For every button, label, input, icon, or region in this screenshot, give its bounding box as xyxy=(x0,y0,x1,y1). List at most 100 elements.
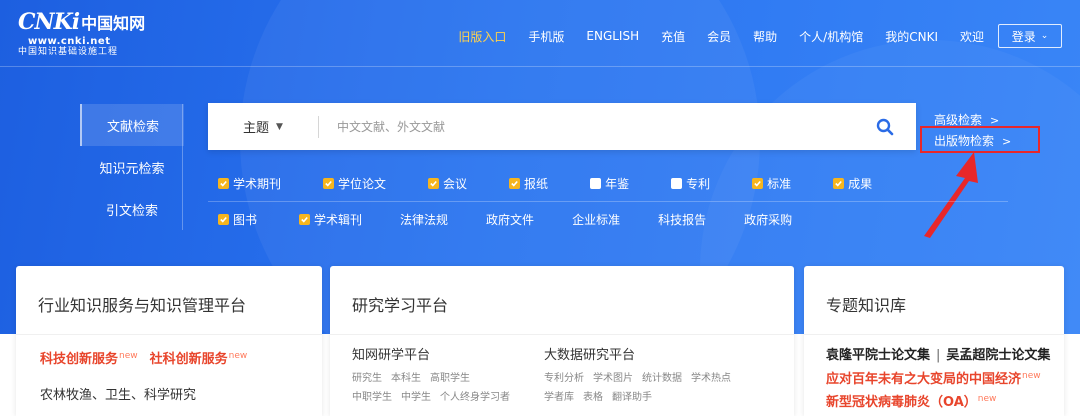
database-option[interactable]: 学术期刊 xyxy=(218,175,281,192)
pipe-separator: | xyxy=(936,348,941,363)
nav-recharge[interactable]: 充值 xyxy=(661,28,685,45)
industry-subjects[interactable]: 农林牧渔、卫生、科学研究 xyxy=(40,384,196,403)
database-option[interactable]: 标准 xyxy=(752,175,791,192)
highlight-box xyxy=(920,126,1040,153)
topic-link-economy[interactable]: 应对百年未有之大变局的中国经济new xyxy=(826,368,1041,387)
checkbox-checked-icon[interactable] xyxy=(218,214,229,225)
platform-link[interactable]: 表格 xyxy=(583,392,603,403)
nav-welcome: 欢迎 xyxy=(959,29,984,44)
checkbox-unchecked-icon[interactable] xyxy=(671,178,683,189)
platform-link[interactable]: 个人终身学习者 xyxy=(440,392,510,403)
topic-link-wu[interactable]: 吴孟超院士论文集 xyxy=(946,348,1050,363)
topic-knowledge-card: 专题知识库 袁隆平院士论文集 | 吴孟超院士论文集 应对百年未有之大变局的中国经济n… xyxy=(804,266,1064,416)
topic-link-yuan[interactable]: 袁隆平院士论文集 xyxy=(826,348,930,363)
platform-link[interactable]: 中职学生 xyxy=(352,392,392,403)
hot-links: 科技创新服务new 社科创新服务new xyxy=(40,348,259,367)
platform-title[interactable]: 大数据研究平台 xyxy=(544,344,740,363)
card-title[interactable]: 专题知识库 xyxy=(826,292,906,316)
database-option[interactable]: 图书 xyxy=(218,211,257,228)
card-title[interactable]: 研究学习平台 xyxy=(352,292,448,316)
card-divider xyxy=(804,334,1064,335)
platform-link[interactable]: 中学生 xyxy=(401,392,431,403)
card-divider xyxy=(330,334,794,335)
nav-member[interactable]: 会员 xyxy=(707,28,731,45)
checkbox-checked-icon[interactable] xyxy=(299,214,311,225)
database-row-2: 图书 学术辑刊 法律法规 政府文件 企业标准 科技报告 政府采购 xyxy=(218,211,792,228)
tab-citation-search[interactable]: 引文检索 xyxy=(80,188,184,230)
checkbox-checked-icon[interactable] xyxy=(752,178,764,189)
database-option[interactable]: 专利 xyxy=(671,175,710,192)
social-innovation-label: 社科创新服务 xyxy=(149,352,228,367)
search-field-label: 主题 xyxy=(243,121,270,136)
platform-link[interactable]: 本科生 xyxy=(391,373,421,384)
tech-innovation-link[interactable]: 科技创新服务new xyxy=(40,348,138,367)
search-input[interactable] xyxy=(319,103,854,150)
platform-link[interactable]: 统计数据 xyxy=(642,373,682,384)
cnki-logo[interactable]: CNKi 中国知网 www.cnki.net 中国知识基础设施工程 xyxy=(18,10,148,58)
database-option[interactable]: 政府文件 xyxy=(486,211,534,228)
database-row-1: 学术期刊 学位论文 会议 报纸 年鉴 专利 标准 成果 xyxy=(218,175,872,192)
platform-links: 研究生 本科生 高职学生 中职学生 中学生 个人终身学习者 xyxy=(352,369,519,407)
nav-my-cnki[interactable]: 我的CNKI xyxy=(885,28,938,45)
database-option[interactable]: 学术辑刊 xyxy=(299,211,362,228)
database-option[interactable]: 科技报告 xyxy=(658,211,706,228)
database-option-label: 图书 xyxy=(233,213,258,227)
database-option-label: 科技报告 xyxy=(658,213,707,227)
database-option[interactable]: 企业标准 xyxy=(572,211,620,228)
database-option[interactable]: 成果 xyxy=(833,175,872,192)
nav-old-entry[interactable]: 旧版入口 xyxy=(458,28,506,45)
platform-link[interactable]: 学术图片 xyxy=(593,373,633,384)
logo-subtitle: 中国知识基础设施工程 xyxy=(18,47,119,57)
platform-link[interactable]: 翻译助手 xyxy=(612,392,652,403)
topic-link-covid[interactable]: 新型冠状病毒肺炎（OA）new xyxy=(826,391,996,410)
platform-link[interactable]: 专利分析 xyxy=(544,373,584,384)
top-navigation: 旧版入口 手机版 ENGLISH 充值 会员 帮助 个人/机构馆 我的CNKI … xyxy=(436,24,1062,48)
database-option[interactable]: 法律法规 xyxy=(400,211,448,228)
checkbox-checked-icon[interactable] xyxy=(833,178,845,189)
database-option[interactable]: 政府采购 xyxy=(744,211,792,228)
tab-literature-search[interactable]: 文献检索 xyxy=(80,104,184,146)
logo-url: www.cnki.net xyxy=(28,36,111,47)
checkbox-checked-icon[interactable] xyxy=(428,178,440,189)
database-option-label: 专利 xyxy=(686,177,711,191)
card-title[interactable]: 行业知识服务与知识管理平台 xyxy=(38,292,246,316)
platform-link[interactable]: 学术热点 xyxy=(691,373,731,384)
nav-help[interactable]: 帮助 xyxy=(753,28,777,45)
industry-platform-card: 行业知识服务与知识管理平台 科技创新服务new 社科创新服务new 农林牧渔、卫… xyxy=(16,266,322,416)
checkbox-checked-icon[interactable] xyxy=(323,178,335,189)
database-option-label: 企业标准 xyxy=(572,213,621,227)
database-option-label: 政府文件 xyxy=(486,213,535,227)
database-option[interactable]: 会议 xyxy=(428,175,467,192)
database-option-label: 政府采购 xyxy=(744,213,793,227)
database-option[interactable]: 年鉴 xyxy=(590,175,629,192)
checkbox-checked-icon[interactable] xyxy=(218,178,229,189)
search-button[interactable] xyxy=(854,103,916,150)
database-option[interactable]: 报纸 xyxy=(509,175,548,192)
social-innovation-link[interactable]: 社科创新服务new xyxy=(150,348,248,367)
platform-title[interactable]: 知网研学平台 xyxy=(352,344,519,363)
nav-institution[interactable]: 个人/机构馆 xyxy=(799,28,863,45)
database-option[interactable]: 学位论文 xyxy=(323,175,386,192)
checkbox-unchecked-icon[interactable] xyxy=(590,178,602,189)
academician-collections: 袁隆平院士论文集 | 吴孟超院士论文集 xyxy=(826,344,1050,363)
database-divider xyxy=(208,201,1008,202)
platform-link[interactable]: 高职学生 xyxy=(430,373,470,384)
new-badge: new xyxy=(1022,370,1041,381)
search-icon xyxy=(876,118,894,135)
advanced-search-label: 高级检索 xyxy=(934,113,983,127)
database-option-label: 成果 xyxy=(848,177,873,191)
database-option-label: 法律法规 xyxy=(400,213,449,227)
platform-link[interactable]: 学者库 xyxy=(544,392,574,403)
checkbox-checked-icon[interactable] xyxy=(509,178,521,189)
new-badge: new xyxy=(977,393,997,404)
big-data-platform: 大数据研究平台 专利分析 学术图片 统计数据 学术热点 学者库 表格 翻译助手 xyxy=(544,344,740,407)
platform-link[interactable]: 研究生 xyxy=(352,373,382,384)
tab-knowledge-element-search[interactable]: 知识元检索 xyxy=(80,146,184,188)
login-button[interactable]: 登录 ⌄ xyxy=(998,24,1062,48)
nav-mobile[interactable]: 手机版 xyxy=(528,28,564,45)
nav-english[interactable]: ENGLISH xyxy=(586,29,639,43)
search-type-tabs: 文献检索 知识元检索 引文检索 xyxy=(80,104,184,230)
topic-economy-label: 应对百年未有之大变局的中国经济 xyxy=(826,372,1022,387)
logo-mark-cn: 中国知网 xyxy=(81,14,146,33)
search-field-select[interactable]: 主题 ▼ xyxy=(208,103,318,150)
